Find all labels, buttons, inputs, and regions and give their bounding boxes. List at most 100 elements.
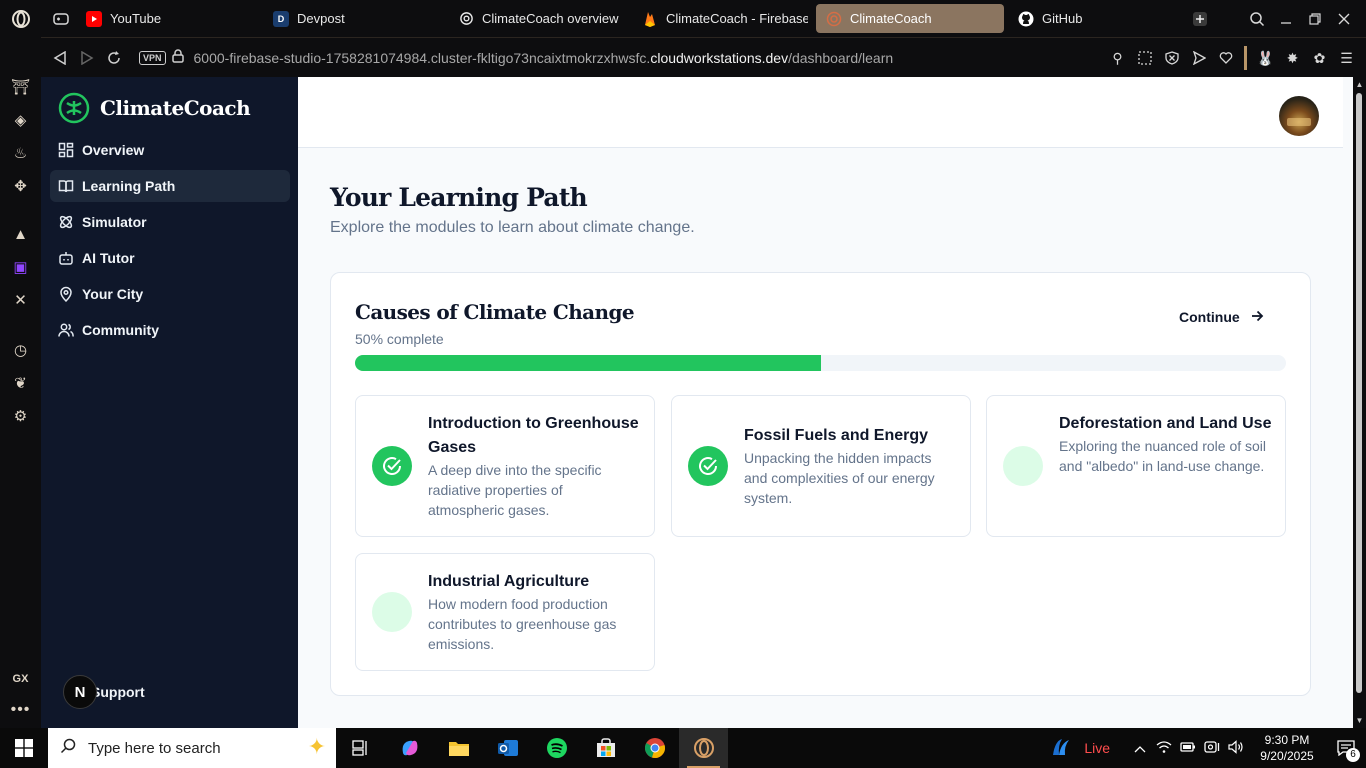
restore-icon[interactable]: [1300, 0, 1329, 37]
system-clock[interactable]: 9:30 PM 9/20/2025: [1248, 732, 1326, 764]
new-tab-icon[interactable]: [1185, 0, 1214, 37]
nav-item-your-city[interactable]: Your City: [50, 278, 290, 310]
gamepad-icon[interactable]: [46, 0, 75, 37]
tab-youtube[interactable]: YouTube: [76, 4, 246, 33]
search-placeholder: Type here to search: [88, 739, 221, 757]
outlook-icon[interactable]: [483, 728, 532, 768]
map-pin-icon: [58, 286, 74, 302]
lesson-description: A deep dive into the specific radiative …: [428, 462, 602, 518]
search-tabs-icon[interactable]: [1242, 0, 1271, 37]
adblock-icon[interactable]: [1158, 38, 1185, 78]
send-icon[interactable]: [1185, 38, 1212, 78]
clock-date: 9/20/2025: [1260, 749, 1314, 763]
wifi-icon[interactable]: [1152, 740, 1176, 757]
top-header: [298, 77, 1343, 148]
file-explorer-icon[interactable]: [434, 728, 483, 768]
extension-puzzle-icon[interactable]: ✿: [1306, 38, 1333, 78]
scroll-down-icon[interactable]: ▼: [1355, 716, 1364, 725]
heart-icon[interactable]: [1212, 38, 1239, 78]
volume-icon[interactable]: [1224, 739, 1248, 757]
extension-burst-icon[interactable]: ✸: [1279, 38, 1306, 78]
copilot-icon[interactable]: [385, 728, 434, 768]
nav-item-community[interactable]: Community: [50, 314, 290, 346]
opera-gx-taskbar-icon[interactable]: [679, 728, 728, 768]
pending-circle-icon: [372, 592, 412, 632]
rail-mods-icon[interactable]: ❦: [0, 370, 41, 396]
live-label[interactable]: Live: [1084, 740, 1110, 756]
nav-item-overview[interactable]: Overview: [50, 134, 290, 166]
rail-settings-icon[interactable]: ⚙: [0, 403, 41, 429]
tab-climatecoach[interactable]: ClimateCoach: [816, 4, 1004, 33]
ipl-icon[interactable]: [1046, 737, 1076, 760]
extension-bunny-icon[interactable]: 🐰: [1252, 38, 1279, 78]
support-link[interactable]: N Support: [63, 675, 145, 709]
nav-item-learning-path[interactable]: Learning Path: [50, 170, 290, 202]
microsoft-store-icon[interactable]: [581, 728, 630, 768]
rail-x-icon[interactable]: ✕: [0, 287, 41, 313]
spotify-icon[interactable]: [532, 728, 581, 768]
scroll-up-icon[interactable]: ▲: [1355, 80, 1364, 89]
rail-gx-corner-icon[interactable]: ⛩: [0, 74, 41, 100]
minimize-icon[interactable]: [1271, 0, 1300, 37]
nav-item-simulator[interactable]: Simulator: [50, 206, 290, 238]
rail-aria-icon[interactable]: ▲: [0, 221, 41, 247]
lesson-title: Deforestation and Land Use: [1059, 415, 1272, 432]
windows-start-icon[interactable]: [0, 728, 48, 768]
continue-button[interactable]: Continue: [1169, 299, 1274, 335]
rail-history-icon[interactable]: ◷: [0, 337, 41, 363]
chrome-icon[interactable]: [630, 728, 679, 768]
rail-more-icon[interactable]: •••: [0, 701, 41, 719]
close-window-icon[interactable]: [1329, 0, 1358, 37]
system-tray: Live 9:30 PM 9/20/2025 6: [1046, 728, 1366, 768]
climatecoach-logo-icon: [58, 92, 90, 124]
user-avatar[interactable]: [1279, 96, 1319, 136]
lock-icon[interactable]: [171, 49, 184, 66]
app-sidebar: ClimateCoach Overview Learning Path Simu…: [41, 77, 298, 728]
pin-icon[interactable]: ⚲: [1104, 38, 1131, 78]
snapshot-icon[interactable]: [1131, 38, 1158, 78]
lesson-card-fossil-fuels[interactable]: Fossil Fuels and Energy Unpacking the hi…: [671, 395, 971, 537]
rail-cauldron-icon[interactable]: ♨: [0, 140, 41, 166]
search-icon: [60, 738, 76, 758]
nav-item-ai-tutor[interactable]: AI Tutor: [50, 242, 290, 274]
tab-climatecoach-overview[interactable]: ClimateCoach overview: [448, 4, 628, 33]
tab-climatecoach-firebase[interactable]: ClimateCoach - Firebase: [632, 4, 808, 33]
camera-icon[interactable]: [1200, 740, 1224, 757]
module-title: Causes of Climate Change: [355, 300, 635, 324]
tab-devpost[interactable]: D Devpost: [263, 4, 433, 33]
nextjs-badge-icon[interactable]: N: [63, 675, 97, 709]
brand[interactable]: ClimateCoach: [58, 92, 251, 124]
lesson-card-deforestation[interactable]: Deforestation and Land Use Exploring the…: [986, 395, 1286, 537]
url-field[interactable]: 6000-firebase-studio-1758281074984.clust…: [194, 50, 894, 66]
tab-github[interactable]: GitHub: [1008, 4, 1178, 33]
rail-gx-label[interactable]: GX: [0, 673, 41, 685]
page-scrollbar[interactable]: ▲ ▼: [1353, 77, 1366, 728]
lesson-title: Industrial Agriculture: [428, 573, 590, 590]
vpn-badge[interactable]: VPN: [139, 50, 166, 65]
openai-icon: [458, 11, 474, 27]
taskbar-search[interactable]: Type here to search ✦: [48, 728, 336, 768]
scrollbar-thumb[interactable]: [1356, 93, 1362, 693]
rail-twitch-icon[interactable]: ▣: [0, 254, 41, 280]
chevron-up-icon[interactable]: [1128, 741, 1152, 756]
page-title: Your Learning Path: [330, 183, 588, 212]
main-content: Your Learning Path Explore the modules t…: [298, 77, 1353, 728]
module-progress-bar: [355, 355, 1286, 371]
battery-icon[interactable]: [1176, 741, 1200, 756]
back-icon[interactable]: [46, 38, 73, 78]
opera-gx-logo-icon[interactable]: [0, 0, 41, 37]
check-circle-icon: [688, 446, 728, 486]
lesson-card-intro-greenhouse-gases[interactable]: Introduction to Greenhouse Gases A deep …: [355, 395, 655, 537]
climatecoach-icon: [826, 11, 842, 27]
reload-icon[interactable]: [100, 38, 127, 78]
lesson-card-industrial-agriculture[interactable]: Industrial Agriculture How modern food p…: [355, 553, 655, 671]
browser-sidebar: ⛩ ◈ ♨ ✥ ▲ ▣ ✕ ◷ ❦ ⚙ GX •••: [0, 37, 41, 728]
address-bar-row: VPN 6000-firebase-studio-1758281074984.c…: [41, 37, 1366, 77]
rail-arcade-icon[interactable]: ◈: [0, 107, 41, 133]
easy-setup-icon[interactable]: ☰: [1333, 38, 1360, 78]
rail-crystal-icon[interactable]: ✥: [0, 173, 41, 199]
task-view-icon[interactable]: [336, 728, 385, 768]
forward-icon[interactable]: [73, 38, 100, 78]
sparkle-icon: ✦: [307, 734, 326, 759]
notification-center-icon[interactable]: 6: [1326, 728, 1366, 768]
